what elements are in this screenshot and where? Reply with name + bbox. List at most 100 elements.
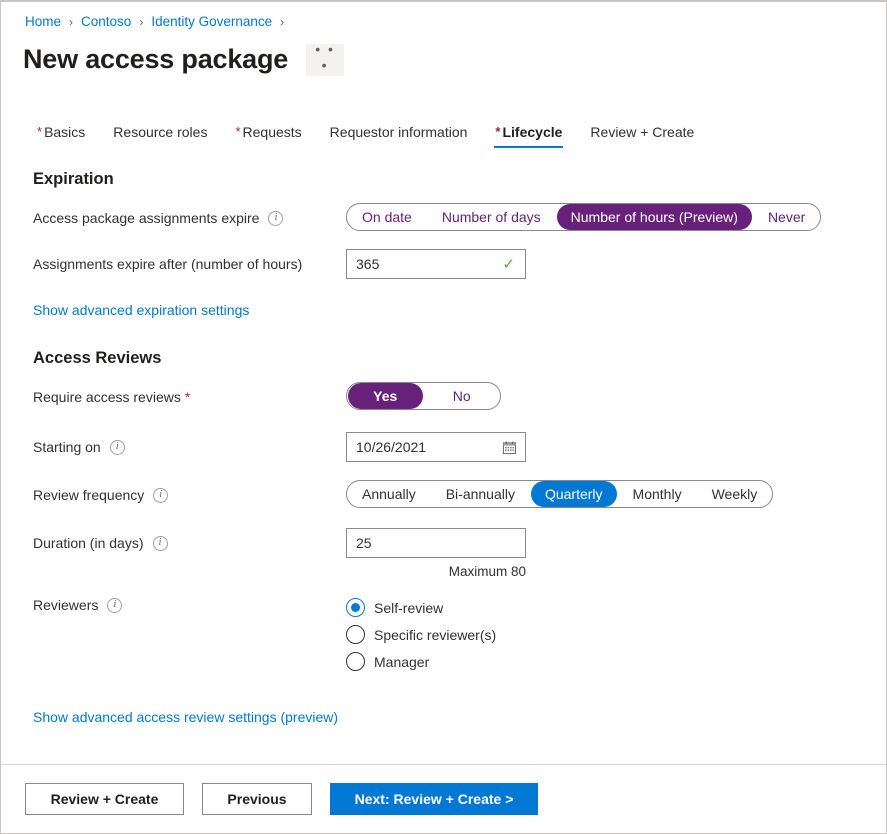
field-label: Review frequency i <box>33 480 346 504</box>
duration-input[interactable]: 25 <box>346 528 526 558</box>
calendar-icon[interactable] <box>502 440 517 455</box>
duration-maximum-helper: Maximum 80 <box>346 564 526 579</box>
field-control: Self-review Specific reviewer(s) Manager <box>346 596 864 671</box>
new-access-package-blade: Home › Contoso › Identity Governance › N… <box>0 0 887 834</box>
breadcrumb-separator-icon: › <box>139 15 143 29</box>
choice-number-of-hours-preview[interactable]: Number of hours (Preview) <box>557 204 752 230</box>
tab-resource-roles[interactable]: Resource roles <box>99 125 221 148</box>
choice-quarterly[interactable]: Quarterly <box>531 481 617 507</box>
field-reviewers: Reviewers i Self-review Specific reviewe… <box>33 596 864 671</box>
tab-label: Requestor information <box>330 124 468 140</box>
input-value: 365 <box>356 256 502 272</box>
field-label: Require access reviews * <box>33 382 346 406</box>
tab-requests[interactable]: *Requests <box>221 125 315 148</box>
starting-on-date-input[interactable]: 10/26/2021 <box>346 432 526 462</box>
field-control: On date Number of days Number of hours (… <box>346 203 864 231</box>
tab-label: Review + Create <box>590 124 694 140</box>
field-label: Starting on i <box>33 432 346 456</box>
assignments-expire-choice-group: On date Number of days Number of hours (… <box>346 203 821 231</box>
required-asterisk: * <box>495 124 500 139</box>
assignments-expire-label: Access package assignments expire <box>33 209 259 227</box>
more-options-icon[interactable]: • • • <box>306 44 344 76</box>
reviewers-radio-group: Self-review Specific reviewer(s) Manager <box>346 596 864 671</box>
breadcrumb-separator-icon: › <box>69 15 73 29</box>
previous-button[interactable]: Previous <box>202 783 312 815</box>
toggle-no[interactable]: No <box>425 383 500 409</box>
choice-never[interactable]: Never <box>754 204 819 230</box>
expire-after-hours-label: Assignments expire after (number of hour… <box>33 255 302 273</box>
field-starting-on: Starting on i 10/26/2021 <box>33 432 864 466</box>
choice-weekly[interactable]: Weekly <box>698 481 772 507</box>
breadcrumb-item-home[interactable]: Home <box>25 14 61 29</box>
choice-bi-annually[interactable]: Bi-annually <box>432 481 529 507</box>
radio-label: Self-review <box>374 600 443 616</box>
valid-check-icon: ✓ <box>502 257 515 272</box>
radio-mark-icon <box>346 625 365 644</box>
input-value: 10/26/2021 <box>356 439 502 455</box>
info-icon[interactable]: i <box>268 211 283 226</box>
show-advanced-expiration-settings-link[interactable]: Show advanced expiration settings <box>33 302 249 318</box>
radio-manager[interactable]: Manager <box>346 652 864 671</box>
field-expire-after-hours: Assignments expire after (number of hour… <box>33 249 864 283</box>
starting-on-label: Starting on <box>33 438 101 456</box>
field-label: Assignments expire after (number of hour… <box>33 249 346 273</box>
tab-lifecycle[interactable]: *Lifecycle <box>481 125 576 148</box>
title-row: New access package • • • <box>1 32 886 84</box>
field-assignments-expire: Access package assignments expire i On d… <box>33 203 864 237</box>
field-label: Reviewers i <box>33 596 346 614</box>
tab-basics[interactable]: *Basics <box>23 125 99 148</box>
duration-label: Duration (in days) <box>33 534 144 552</box>
field-control: 10/26/2021 <box>346 432 864 462</box>
input-value: 25 <box>356 535 517 551</box>
expire-after-hours-input[interactable]: 365 ✓ <box>346 249 526 279</box>
require-access-reviews-toggle: Yes No <box>346 382 501 410</box>
tab-label: Basics <box>44 124 85 140</box>
field-require-access-reviews: Require access reviews * Yes No <box>33 382 864 416</box>
radio-label: Manager <box>374 654 429 670</box>
tab-label: Lifecycle <box>502 124 562 140</box>
field-review-frequency: Review frequency i Annually Bi-annually … <box>33 480 864 514</box>
required-asterisk: * <box>235 124 240 139</box>
tab-review-create[interactable]: Review + Create <box>576 125 708 148</box>
info-icon[interactable]: i <box>110 440 125 455</box>
breadcrumb-item-identity-governance[interactable]: Identity Governance <box>151 14 272 29</box>
choice-number-of-days[interactable]: Number of days <box>428 204 555 230</box>
radio-label: Specific reviewer(s) <box>374 627 496 643</box>
choice-monthly[interactable]: Monthly <box>619 481 696 507</box>
breadcrumb: Home › Contoso › Identity Governance › <box>1 2 886 32</box>
tab-requestor-information[interactable]: Requestor information <box>316 125 482 148</box>
field-label: Access package assignments expire i <box>33 203 346 227</box>
next-review-create-button[interactable]: Next: Review + Create > <box>330 783 538 815</box>
expiration-section-title: Expiration <box>33 170 864 189</box>
field-duration-in-days: Duration (in days) i 25 Maximum 80 <box>33 528 864 579</box>
breadcrumb-separator-icon: › <box>280 15 284 29</box>
review-frequency-choice-group: Annually Bi-annually Quarterly Monthly W… <box>346 480 773 508</box>
info-icon[interactable]: i <box>107 598 122 613</box>
field-control: 25 Maximum 80 <box>346 528 864 579</box>
required-asterisk: * <box>37 124 42 139</box>
info-icon[interactable]: i <box>153 536 168 551</box>
tab-label: Requests <box>243 124 302 140</box>
reviewers-label: Reviewers <box>33 596 98 614</box>
field-control: 365 ✓ <box>346 249 864 279</box>
tab-label: Resource roles <box>113 124 207 140</box>
breadcrumb-item-contoso[interactable]: Contoso <box>81 14 131 29</box>
field-control: Annually Bi-annually Quarterly Monthly W… <box>346 480 864 508</box>
review-create-button[interactable]: Review + Create <box>25 783 184 815</box>
page-title: New access package <box>23 45 288 75</box>
review-frequency-label: Review frequency <box>33 486 144 504</box>
require-access-reviews-label: Require access reviews <box>33 388 181 406</box>
choice-on-date[interactable]: On date <box>348 204 426 230</box>
show-advanced-access-review-settings-link[interactable]: Show advanced access review settings (pr… <box>33 709 338 725</box>
radio-specific-reviewers[interactable]: Specific reviewer(s) <box>346 625 864 644</box>
wizard-footer: Review + Create Previous Next: Review + … <box>1 764 886 833</box>
radio-mark-icon <box>346 598 365 617</box>
wizard-tabs: *Basics Resource roles *Requests Request… <box>1 114 886 148</box>
choice-annually[interactable]: Annually <box>348 481 430 507</box>
radio-mark-icon <box>346 652 365 671</box>
toggle-yes[interactable]: Yes <box>348 383 423 409</box>
radio-self-review[interactable]: Self-review <box>346 598 864 617</box>
info-icon[interactable]: i <box>153 488 168 503</box>
lifecycle-form: Expiration Access package assignments ex… <box>1 148 886 764</box>
access-reviews-section-title: Access Reviews <box>33 349 864 368</box>
